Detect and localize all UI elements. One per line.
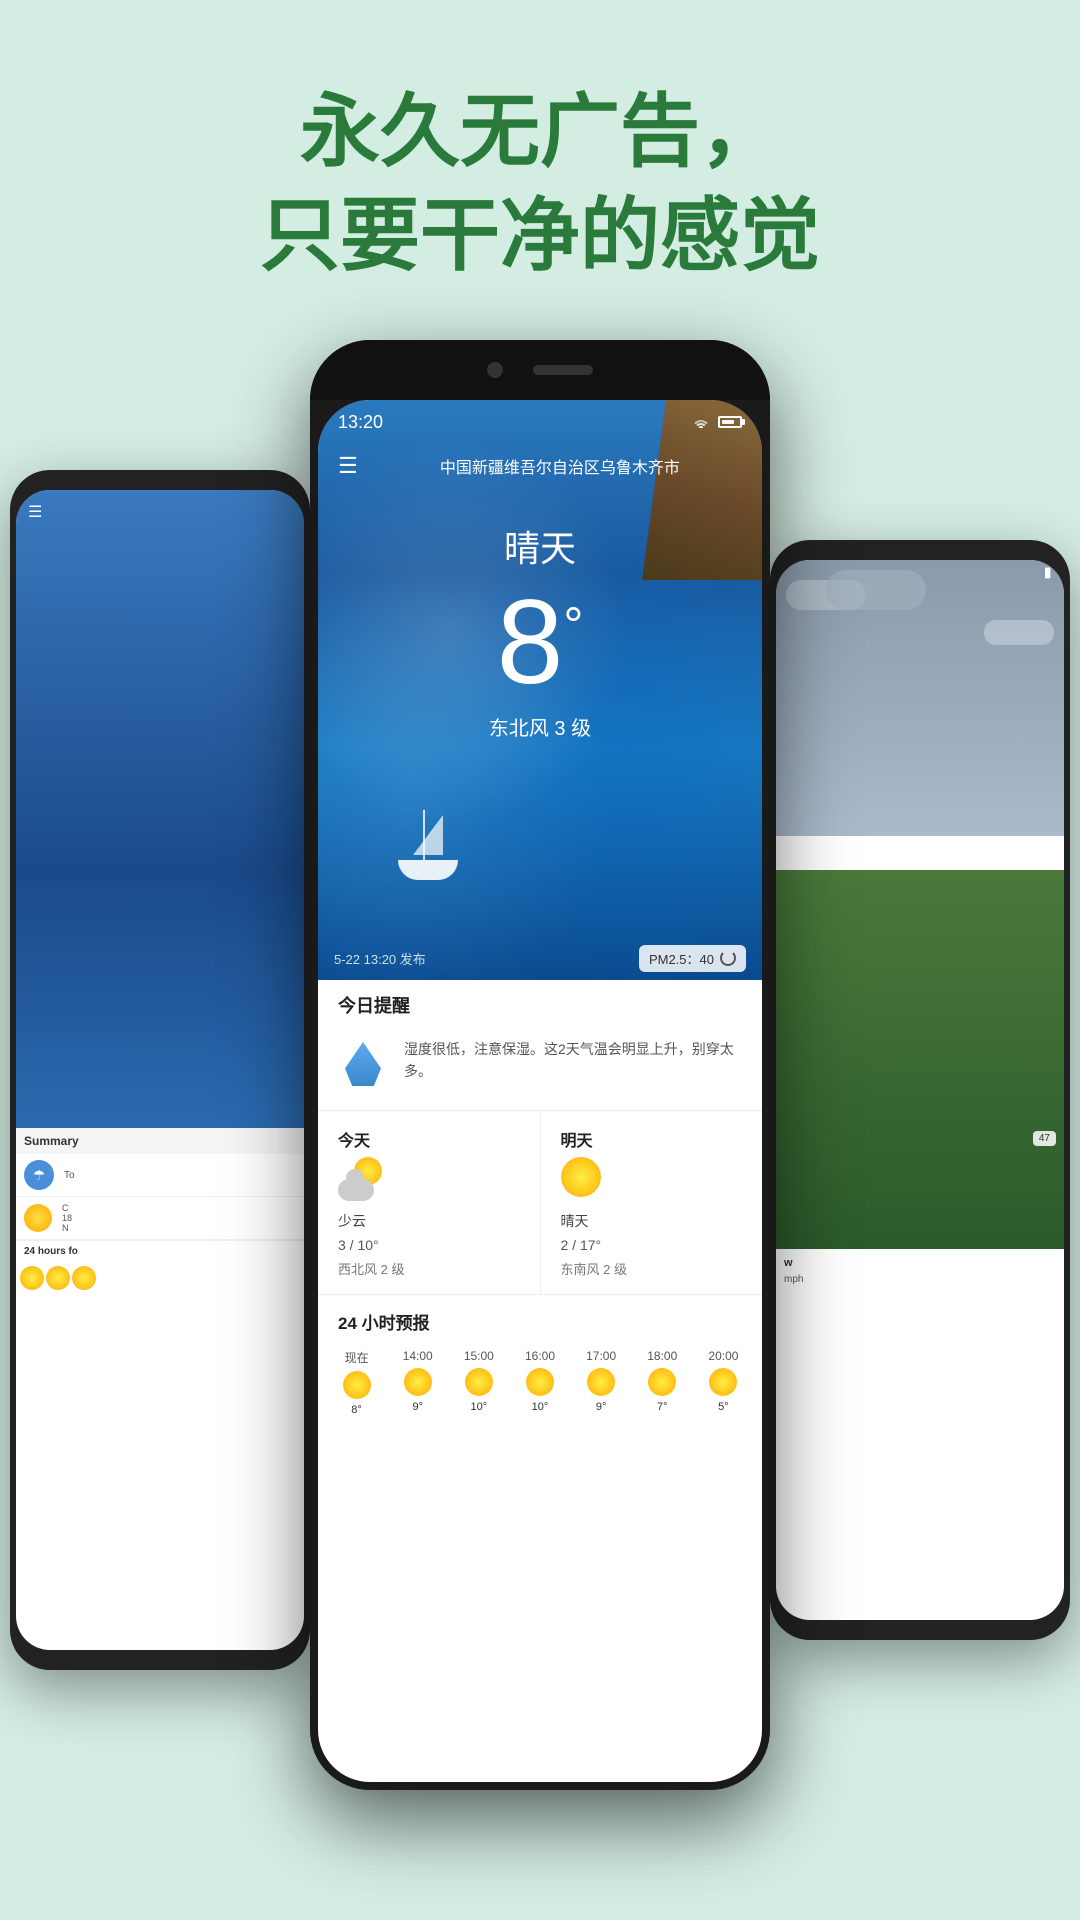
app-header: ☰ 中国新疆维吾尔自治区乌鲁木齐市 [318,444,762,488]
forecast-hour-item: 现在 8° [328,1344,385,1421]
hour-label: 15:00 [464,1349,494,1363]
weather-background: 13:20 [318,400,762,980]
hour-label: 18:00 [647,1349,677,1363]
today-label: 今天 [338,1127,520,1151]
hour-icon [465,1368,493,1396]
forecast-hour-item: 18:00 7° [634,1344,691,1421]
forecast-hour-item: 14:00 9° [389,1344,446,1421]
pm-badge[interactable]: PM2.5：40 [639,945,746,972]
tomorrow-weather-icon [561,1157,605,1201]
weather-wind: 东北风 3 级 [318,712,762,741]
hour-temp: 10° [532,1401,549,1413]
tomorrow-wind: 东南风 2 级 [561,1259,743,1278]
forecast-row: 今天 少云 3 / 10° 西北风 2 级 明天 [318,1111,762,1295]
forecast-24h-row: 现在 8° 14:00 9° 15:00 10° 16:00 10° 17:00… [318,1344,762,1431]
reminder-text: 湿度很低，注意保湿。这2天气温会明显上升，别穿太多。 [404,1034,742,1083]
status-bar: 13:20 [318,400,762,444]
boat-decoration [398,860,458,880]
today-wind: 西北风 2 级 [338,1259,520,1278]
hour-icon [709,1368,737,1396]
left-sun-icon [24,1204,52,1232]
today-temp: 3 / 10° [338,1237,520,1253]
hour-icon [343,1371,371,1399]
hour-temp: 10° [471,1401,488,1413]
weather-temperature: 8° [318,582,762,702]
refresh-icon[interactable] [720,950,736,966]
publish-time: 5-22 13:20 发布 [334,949,426,968]
forecast-24h-section: 24 小时预报 现在 8° 14:00 9° 15:00 10° 16:00 1… [318,1295,762,1431]
forecast-hour-item: 20:00 5° [695,1344,752,1421]
hour-temp: 7° [657,1401,668,1413]
tomorrow-forecast: 明天 晴天 2 / 17° 东南风 2 级 [541,1111,763,1294]
hour-icon [648,1368,676,1396]
pm-label: PM2.5：40 [649,949,714,968]
reminder-content: 湿度很低，注意保湿。这2天气温会明显上升，别穿太多。 [318,1018,762,1111]
status-time: 13:20 [338,412,383,433]
right-phone: ▊ 47 w mph [770,540,1070,1640]
hour-label: 20:00 [708,1349,738,1363]
city-name: 中国新疆维吾尔自治区乌鲁木齐市 [378,454,742,478]
left-phone: ☰ Summary ☂ To [10,470,310,1670]
forecast-hour-item: 15:00 10° [450,1344,507,1421]
hour-label: 17:00 [586,1349,616,1363]
header-text: 永久无广告， 只要干净的感觉 [0,0,1080,288]
hour-label: 16:00 [525,1349,555,1363]
weather-condition: 晴天 [318,520,762,572]
hour-icon [587,1368,615,1396]
left-today-label: To [64,1170,75,1181]
menu-button[interactable]: ☰ [338,453,358,479]
reminder-title: 今日提醒 [318,980,762,1018]
today-weather-icon [338,1157,382,1201]
hour-label: 现在 [345,1349,369,1366]
phone-speaker [533,365,593,375]
hour-label: 14:00 [403,1349,433,1363]
right-status-bar: ▊ [1045,568,1052,579]
hour-temp: 8° [351,1404,362,1416]
center-phone: 13:20 [310,340,770,1790]
today-weather: 少云 [338,1211,520,1231]
hour-temp: 9° [412,1401,423,1413]
hour-icon [404,1368,432,1396]
phones-container: ☰ Summary ☂ To [0,340,1080,1920]
app-background: 永久无广告， 只要干净的感觉 ☰ Summary [0,0,1080,1920]
left-summary-bar: Summary [16,1128,304,1154]
left-24h-label: 24 hours fo [16,1240,304,1262]
phone-camera [487,362,503,378]
header-line2: 只要干净的感觉 [0,184,1080,288]
weather-info-bar: 5-22 13:20 发布 PM2.5：40 [318,936,762,980]
phone-screen: 13:20 [318,400,762,1782]
header-line1: 永久无广告， [0,80,1080,184]
left-menu-icon[interactable]: ☰ [28,502,42,522]
right-pm-badge: 47 [1033,1131,1056,1146]
tomorrow-weather: 晴天 [561,1211,743,1231]
drop-icon [338,1034,388,1094]
weather-main: 晴天 8° 东北风 3 级 [318,520,762,741]
forecast-hour-item: 17:00 9° [573,1344,630,1421]
hour-temp: 9° [596,1401,607,1413]
forecast-hour-item: 16:00 10° [511,1344,568,1421]
today-reminder-section: 今日提醒 湿度很低，注意保湿。这2天气温会明显上升，别穿太多。 [318,980,762,1111]
tomorrow-label: 明天 [561,1127,743,1151]
forecast-24h-header: 24 小时预报 [318,1295,762,1344]
today-forecast: 今天 少云 3 / 10° 西北风 2 级 [318,1111,541,1294]
battery-icon [718,416,742,428]
hour-icon [526,1368,554,1396]
phone-top-bar [310,340,770,400]
tomorrow-temp: 2 / 17° [561,1237,743,1253]
umbrella-icon: ☂ [24,1160,54,1190]
status-icons [692,415,742,429]
hour-temp: 5° [718,1401,729,1413]
wifi-icon [692,415,710,429]
